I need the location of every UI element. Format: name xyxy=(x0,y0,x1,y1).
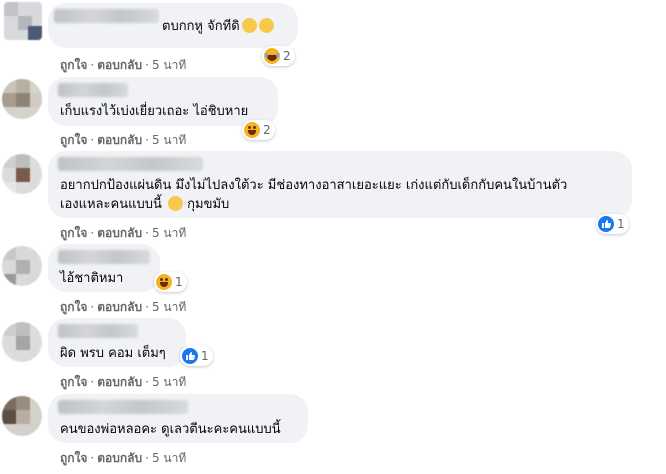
reaction-count: 1 xyxy=(617,217,625,231)
separator: · xyxy=(90,375,95,389)
haha-icon xyxy=(156,274,172,290)
reaction-count: 2 xyxy=(263,123,271,137)
separator: · xyxy=(145,451,149,465)
author-name-redacted xyxy=(58,157,203,171)
avatar[interactable] xyxy=(2,154,42,194)
reaction-summary[interactable]: 2 xyxy=(242,120,275,140)
reaction-summary[interactable]: 1 xyxy=(596,214,629,234)
like-link[interactable]: ถูกใจ xyxy=(60,375,87,389)
reaction-count: 1 xyxy=(175,275,183,289)
separator: · xyxy=(90,300,95,314)
reaction-summary[interactable]: 1 xyxy=(180,346,213,366)
timestamp[interactable]: 5 นาที xyxy=(152,133,186,147)
timestamp[interactable]: 5 นาที xyxy=(152,226,186,240)
relieved-emoji xyxy=(168,196,183,211)
reply-link[interactable]: ตอบกลับ xyxy=(97,133,142,147)
like-link[interactable]: ถูกใจ xyxy=(60,133,87,147)
reaction-count: 2 xyxy=(283,49,291,63)
like-link[interactable]: ถูกใจ xyxy=(60,300,87,314)
comment-text: ตบกกหู จักทีดิ xyxy=(162,16,274,38)
comment-bubble: ตบกกหู จักทีดิ xyxy=(48,3,298,48)
comment-bubble: อยากปกป้องแผ่นดิน มึงไม่ไปลงใต้วะ มีช่อง… xyxy=(48,151,632,218)
comment-actions: ถูกใจ · ตอบกลับ · 5 นาที xyxy=(60,298,186,317)
comment-text: คนของพ่อหลอคะ ดูเลวตีนะคะคนแบบนี้ xyxy=(60,422,281,437)
avatar[interactable] xyxy=(4,2,42,40)
comment-actions: ถูกใจ · ตอบกลับ · 5 นาที xyxy=(60,373,186,392)
comment-actions: ถูกใจ · ตอบกลับ · 5 นาที xyxy=(60,56,186,75)
timestamp[interactable]: 5 นาที xyxy=(152,375,186,389)
like-icon xyxy=(182,348,198,364)
reply-link[interactable]: ตอบกลับ xyxy=(97,58,142,72)
comment-actions: ถูกใจ · ตอบกลับ · 5 นาที xyxy=(60,224,186,243)
reply-link[interactable]: ตอบกลับ xyxy=(97,451,142,465)
like-link[interactable]: ถูกใจ xyxy=(60,226,87,240)
author-name-redacted xyxy=(58,83,128,97)
avatar[interactable] xyxy=(2,396,42,436)
like-link[interactable]: ถูกใจ xyxy=(60,451,87,465)
comment-actions: ถูกใจ · ตอบกลับ · 5 นาที xyxy=(60,449,186,468)
author-name-redacted xyxy=(58,250,150,264)
reaction-count: 1 xyxy=(201,349,209,363)
separator: · xyxy=(145,58,149,72)
comment-actions: ถูกใจ · ตอบกลับ · 5 นาที xyxy=(60,131,186,150)
comment-text-line-2: เองแหละคนแบบนี้ กุมขมับ xyxy=(60,196,230,212)
like-icon xyxy=(598,216,614,232)
author-name-redacted xyxy=(58,400,188,414)
comment-text: เก็บแรงไว้เบ่งเยี่ยวเถอะ ไอ่ชิบหาย xyxy=(60,104,249,119)
author-name-redacted xyxy=(54,9,159,23)
separator: · xyxy=(90,133,95,147)
reaction-summary[interactable]: 2 xyxy=(262,46,295,66)
separator: · xyxy=(90,58,95,72)
comment-bubble: เก็บแรงไว้เบ่งเยี่ยวเถอะ ไอ่ชิบหาย xyxy=(48,77,278,126)
avatar[interactable] xyxy=(2,322,42,362)
separator: · xyxy=(145,133,149,147)
rolling-laughing-emoji xyxy=(241,18,257,33)
separator: · xyxy=(90,226,95,240)
reply-link[interactable]: ตอบกลับ xyxy=(97,226,142,240)
separator: · xyxy=(90,451,95,465)
comment-text: ผิด พรบ คอม เต็มๆ xyxy=(60,346,166,361)
separator: · xyxy=(145,300,149,314)
separator: · xyxy=(145,375,149,389)
timestamp[interactable]: 5 นาที xyxy=(152,58,186,72)
reaction-summary[interactable]: 1 xyxy=(154,272,187,292)
comment-bubble: ไอ้ชาติหมา xyxy=(48,244,160,292)
avatar[interactable] xyxy=(2,246,42,286)
laugh-icon xyxy=(264,48,280,64)
timestamp[interactable]: 5 นาที xyxy=(152,451,186,465)
rolling-laughing-emoji xyxy=(258,18,274,33)
separator: · xyxy=(145,226,149,240)
author-name-redacted xyxy=(58,324,138,338)
haha-icon xyxy=(244,122,260,138)
reply-link[interactable]: ตอบกลับ xyxy=(97,300,142,314)
comment-text: ไอ้ชาติหมา xyxy=(60,271,124,286)
timestamp[interactable]: 5 นาที xyxy=(152,300,186,314)
comment-bubble: คนของพ่อหลอคะ ดูเลวตีนะคะคนแบบนี้ xyxy=(48,394,308,443)
comment-bubble: ผิด พรบ คอม เต็มๆ xyxy=(48,318,186,367)
avatar[interactable] xyxy=(2,79,42,119)
like-link[interactable]: ถูกใจ xyxy=(60,58,87,72)
reply-link[interactable]: ตอบกลับ xyxy=(97,375,142,389)
